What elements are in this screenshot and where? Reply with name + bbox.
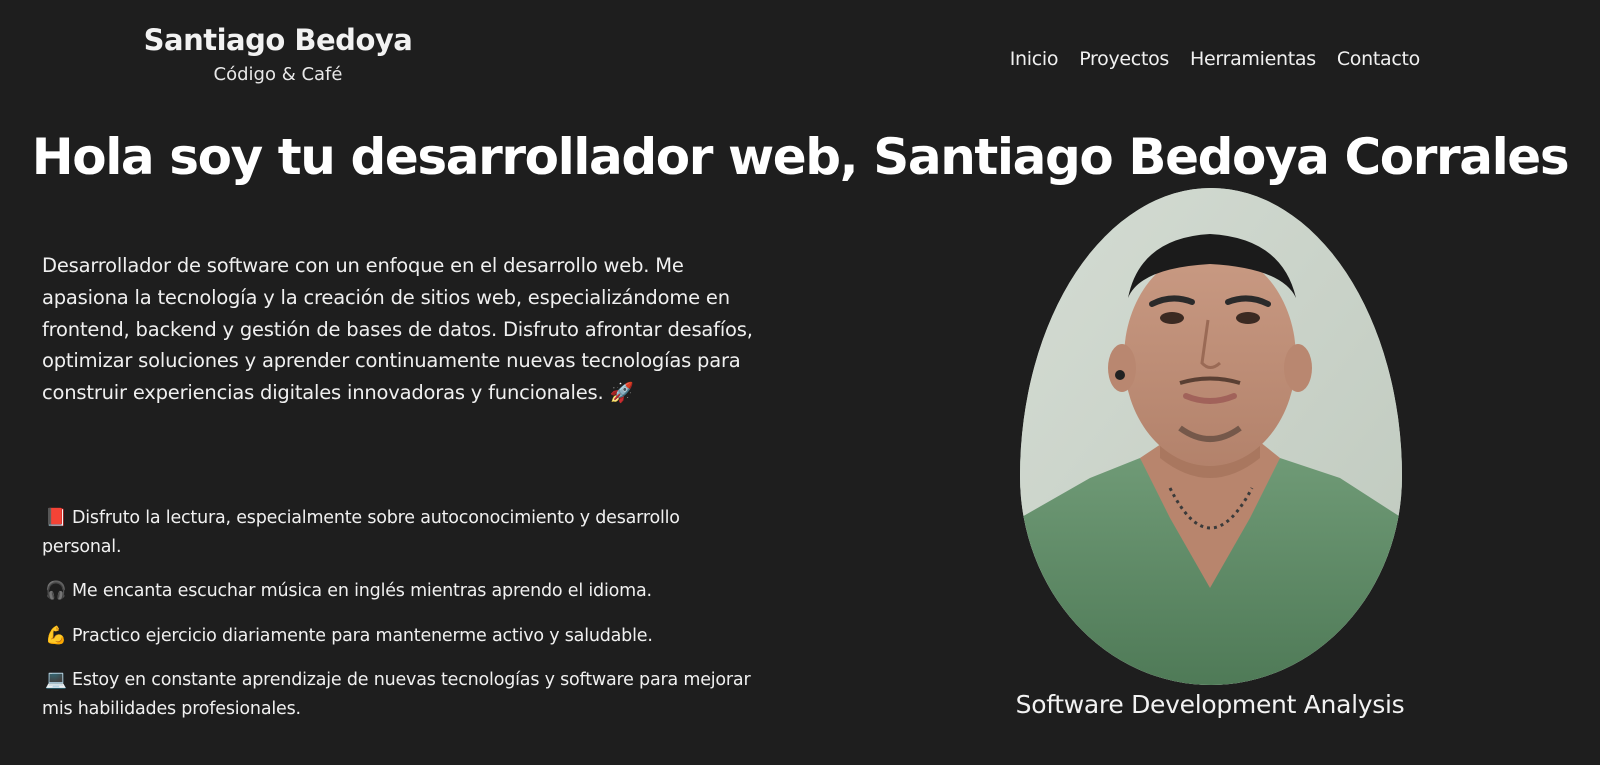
hobbies-list: 📕 Disfruto la lectura, especialmente sobr… (42, 504, 762, 739)
flexed-biceps-icon: 💪 (45, 625, 67, 646)
list-item: 📕 Disfruto la lectura, especialmente sobr… (42, 504, 762, 561)
intro-paragraph: Desarrollador de software con un enfoque… (42, 254, 753, 405)
brand[interactable]: Santiago Bedoya Código & Café (140, 20, 416, 88)
book-icon: 📕 (45, 508, 67, 528)
brand-name: Santiago Bedoya (143, 23, 413, 57)
hero-title: Hola soy tu desarrollador web, Santiago … (31, 128, 1570, 186)
hobby-text: Me encanta escuchar música en inglés mie… (72, 581, 652, 601)
list-item: 💪 Practico ejercicio diariamente para man… (42, 622, 762, 651)
list-item: 🎧 Me encanta escuchar música en inglés mi… (42, 577, 762, 606)
profile-photo (1020, 188, 1402, 685)
nav-link-herramientas[interactable]: Herramientas (1190, 46, 1316, 72)
list-item: 💻 Estoy en constante aprendizaje de nueva… (42, 666, 762, 723)
nav-link-inicio[interactable]: Inicio (1010, 46, 1059, 72)
laptop-icon: 💻 (45, 670, 67, 690)
nav-link-contacto[interactable]: Contacto (1337, 46, 1420, 72)
profile-caption: Software Development Analysis (1015, 690, 1405, 719)
hobby-text: Disfruto la lectura, especialmente sobre… (42, 508, 680, 557)
brand-tagline: Código & Café (213, 64, 343, 85)
hobby-text: Practico ejercicio diariamente para mant… (72, 625, 653, 646)
site-header: Santiago Bedoya Código & Café Inicio Pro… (0, 0, 1600, 110)
profile-portrait-image (1020, 188, 1402, 685)
hobby-text: Estoy en constante aprendizaje de nuevas… (42, 670, 751, 719)
nav-link-proyectos[interactable]: Proyectos (1079, 46, 1169, 72)
main-nav: Inicio Proyectos Herramientas Contacto (1010, 46, 1421, 72)
headphones-icon: 🎧 (45, 581, 67, 601)
